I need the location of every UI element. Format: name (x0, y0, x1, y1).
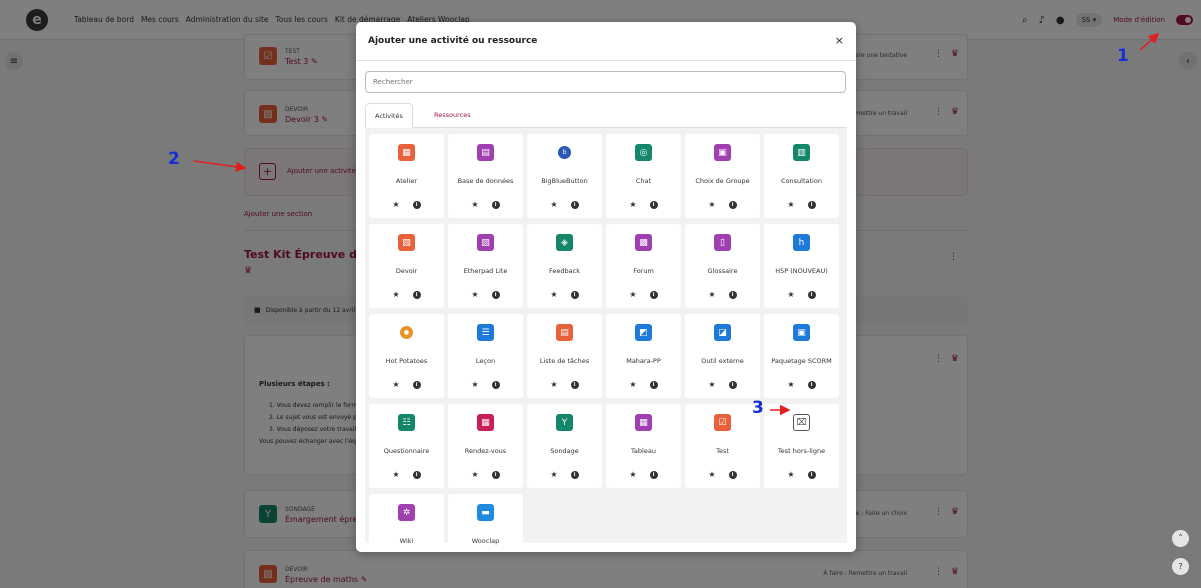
annotation-number-3: 3 (752, 398, 764, 418)
annotation-number-1: 1 (1117, 46, 1129, 66)
annotation-arrows (193, 33, 1160, 416)
annotation-arrow-1 (1139, 33, 1160, 51)
annotation-arrow-2 (193, 160, 247, 172)
annotation-number-2: 2 (168, 149, 180, 169)
